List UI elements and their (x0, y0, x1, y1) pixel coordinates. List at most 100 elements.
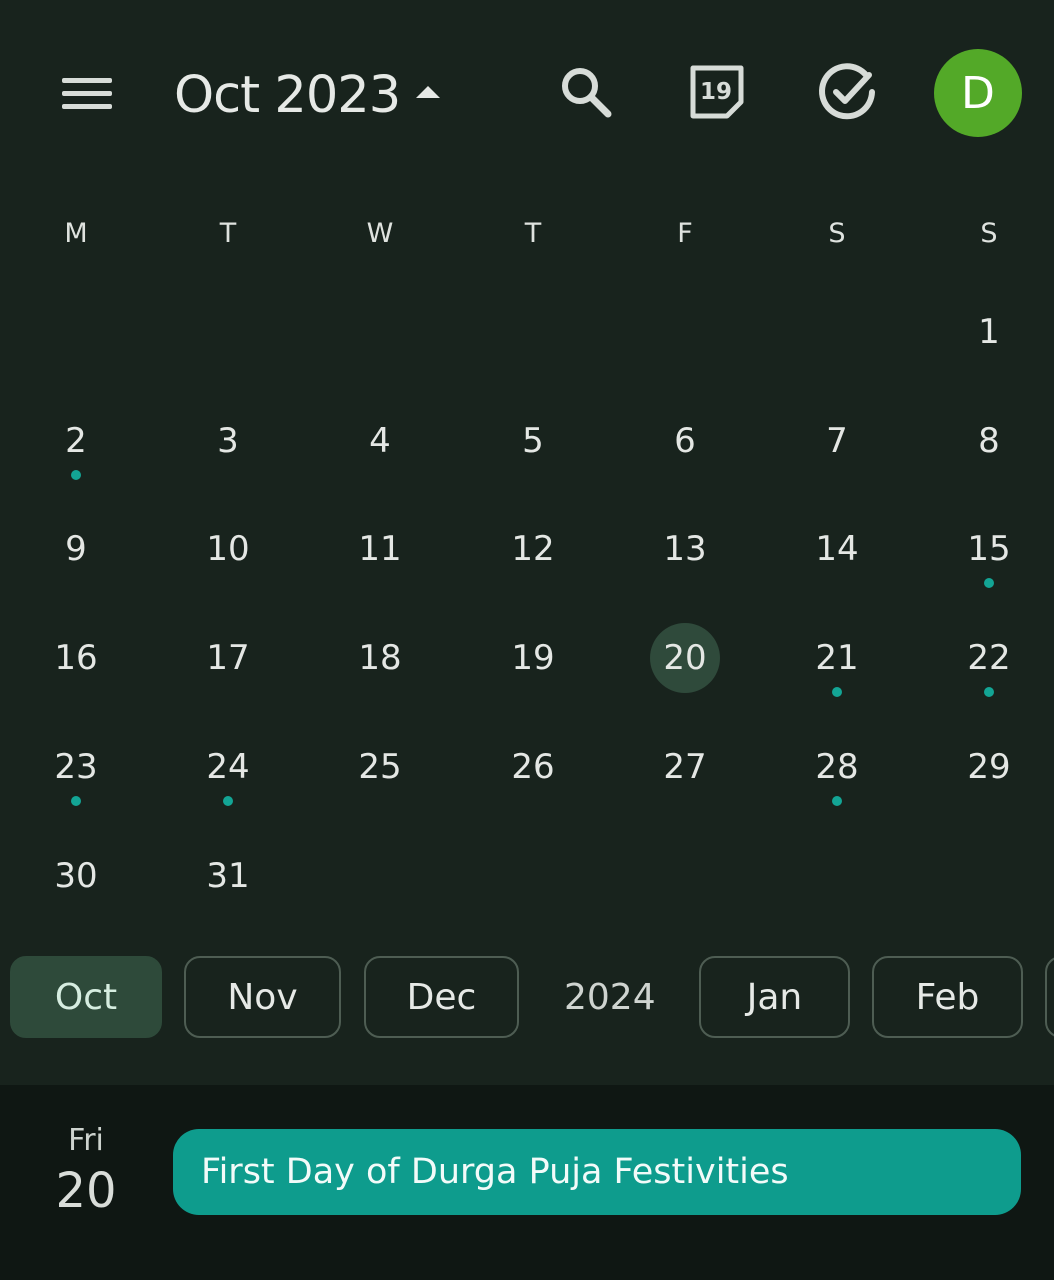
day-cell[interactable]: 5 (493, 401, 573, 481)
day-cell[interactable]: 16 (36, 618, 116, 698)
day-number: 27 (663, 747, 707, 787)
day-cell-selected[interactable]: 20 (650, 623, 720, 693)
day-cell[interactable]: 27 (645, 727, 725, 807)
month-chip-oct[interactable]: Oct (10, 956, 162, 1038)
calendar-today-icon: 19 (690, 65, 744, 119)
month-chip-row: Oct Nov Dec 2024 Jan Feb (0, 954, 1054, 1044)
day-cell[interactable]: 22 (949, 618, 1029, 698)
jump-to-today-button[interactable]: 19 (677, 52, 757, 132)
event-indicator-dot (832, 687, 842, 697)
month-chip-next-partial[interactable] (1045, 956, 1054, 1038)
year-divider-label: 2024 (564, 976, 656, 1018)
day-cell[interactable]: 4 (340, 401, 420, 481)
day-number: 3 (217, 421, 239, 461)
weekday-label: M (64, 218, 88, 249)
day-number: 12 (511, 529, 555, 569)
day-number: 22 (967, 638, 1011, 678)
day-number: 1 (978, 312, 1000, 352)
day-cell[interactable]: 11 (340, 509, 420, 589)
day-cell[interactable]: 3 (188, 401, 268, 481)
day-cell[interactable]: 1 (949, 292, 1029, 372)
day-number: 10 (206, 529, 250, 569)
day-cell[interactable]: 9 (36, 509, 116, 589)
day-number: 6 (674, 421, 696, 461)
day-cell[interactable]: 17 (188, 618, 268, 698)
day-number: 30 (54, 856, 98, 896)
weekday-label: W (366, 218, 394, 249)
today-icon-number: 19 (700, 79, 732, 105)
top-app-bar: Oct 2023 19 D (0, 0, 1054, 190)
day-cell[interactable]: 2 (36, 401, 116, 481)
day-number: 20 (663, 638, 707, 678)
day-number: 9 (65, 529, 87, 569)
agenda-panel: Fri 20 First Day of Durga Puja Festiviti… (0, 1085, 1054, 1280)
day-number: 19 (511, 638, 555, 678)
day-number: 5 (522, 421, 544, 461)
weekday-header: M T W T F S S (0, 210, 1054, 260)
day-cell[interactable]: 26 (493, 727, 573, 807)
account-avatar[interactable]: D (934, 49, 1022, 137)
menu-icon[interactable] (54, 64, 118, 124)
day-cell[interactable]: 10 (188, 509, 268, 589)
agenda-date: 20 (55, 1163, 117, 1219)
day-number: 29 (967, 747, 1011, 787)
check-circle-icon (819, 63, 875, 120)
day-number: 18 (358, 638, 402, 678)
event-title: First Day of Durga Puja Festivities (201, 1152, 789, 1192)
day-cell[interactable]: 25 (340, 727, 420, 807)
month-chip-feb[interactable]: Feb (872, 956, 1023, 1038)
month-chip-dec[interactable]: Dec (364, 956, 519, 1038)
day-number: 26 (511, 747, 555, 787)
day-number: 7 (826, 421, 848, 461)
day-number: 21 (815, 638, 859, 678)
caret-up-icon (416, 86, 441, 98)
weekday-label: F (677, 218, 693, 249)
day-cell[interactable]: 12 (493, 509, 573, 589)
month-title: Oct 2023 (174, 65, 401, 125)
tasks-button[interactable] (807, 52, 887, 132)
day-number: 16 (54, 638, 98, 678)
month-grid: 1 2 3 4 5 6 7 8 9 10 11 12 13 14 15 16 17 18 19 20 21 22 23 24 2… (0, 275, 1054, 935)
event-indicator-dot (984, 578, 994, 588)
day-cell[interactable]: 14 (797, 509, 877, 589)
day-number: 4 (369, 421, 391, 461)
month-picker-toggle[interactable]: Oct 2023 (174, 60, 441, 130)
month-chip-jan[interactable]: Jan (699, 956, 850, 1038)
month-chip-nov[interactable]: Nov (184, 956, 341, 1038)
weekday-label: T (524, 218, 542, 249)
day-cell[interactable]: 29 (949, 727, 1029, 807)
day-number: 15 (967, 529, 1011, 569)
event-indicator-dot (984, 687, 994, 697)
weekday-label: S (828, 218, 846, 249)
day-number: 31 (206, 856, 250, 896)
day-cell[interactable]: 23 (36, 727, 116, 807)
day-cell[interactable]: 7 (797, 401, 877, 481)
event-indicator-dot (223, 796, 233, 806)
agenda-day-of-week: Fri (68, 1123, 104, 1158)
day-cell[interactable]: 24 (188, 727, 268, 807)
event-chip[interactable]: First Day of Durga Puja Festivities (173, 1129, 1021, 1215)
day-cell[interactable]: 13 (645, 509, 725, 589)
weekday-label: T (219, 218, 237, 249)
event-indicator-dot (71, 470, 81, 480)
day-number: 14 (815, 529, 859, 569)
day-cell[interactable]: 28 (797, 727, 877, 807)
day-cell[interactable]: 21 (797, 618, 877, 698)
day-cell[interactable]: 31 (188, 836, 268, 916)
day-cell[interactable]: 8 (949, 401, 1029, 481)
day-number: 23 (54, 747, 98, 787)
day-number: 8 (978, 421, 1000, 461)
day-cell[interactable]: 18 (340, 618, 420, 698)
day-number: 24 (206, 747, 250, 787)
search-icon (562, 68, 612, 118)
day-number: 2 (65, 421, 87, 461)
day-cell[interactable]: 15 (949, 509, 1029, 589)
day-number: 13 (663, 529, 707, 569)
day-cell[interactable]: 30 (36, 836, 116, 916)
search-button[interactable] (546, 52, 626, 132)
day-cell[interactable]: 19 (493, 618, 573, 698)
event-indicator-dot (832, 796, 842, 806)
day-number: 28 (815, 747, 859, 787)
day-cell[interactable]: 6 (645, 401, 725, 481)
event-indicator-dot (71, 796, 81, 806)
